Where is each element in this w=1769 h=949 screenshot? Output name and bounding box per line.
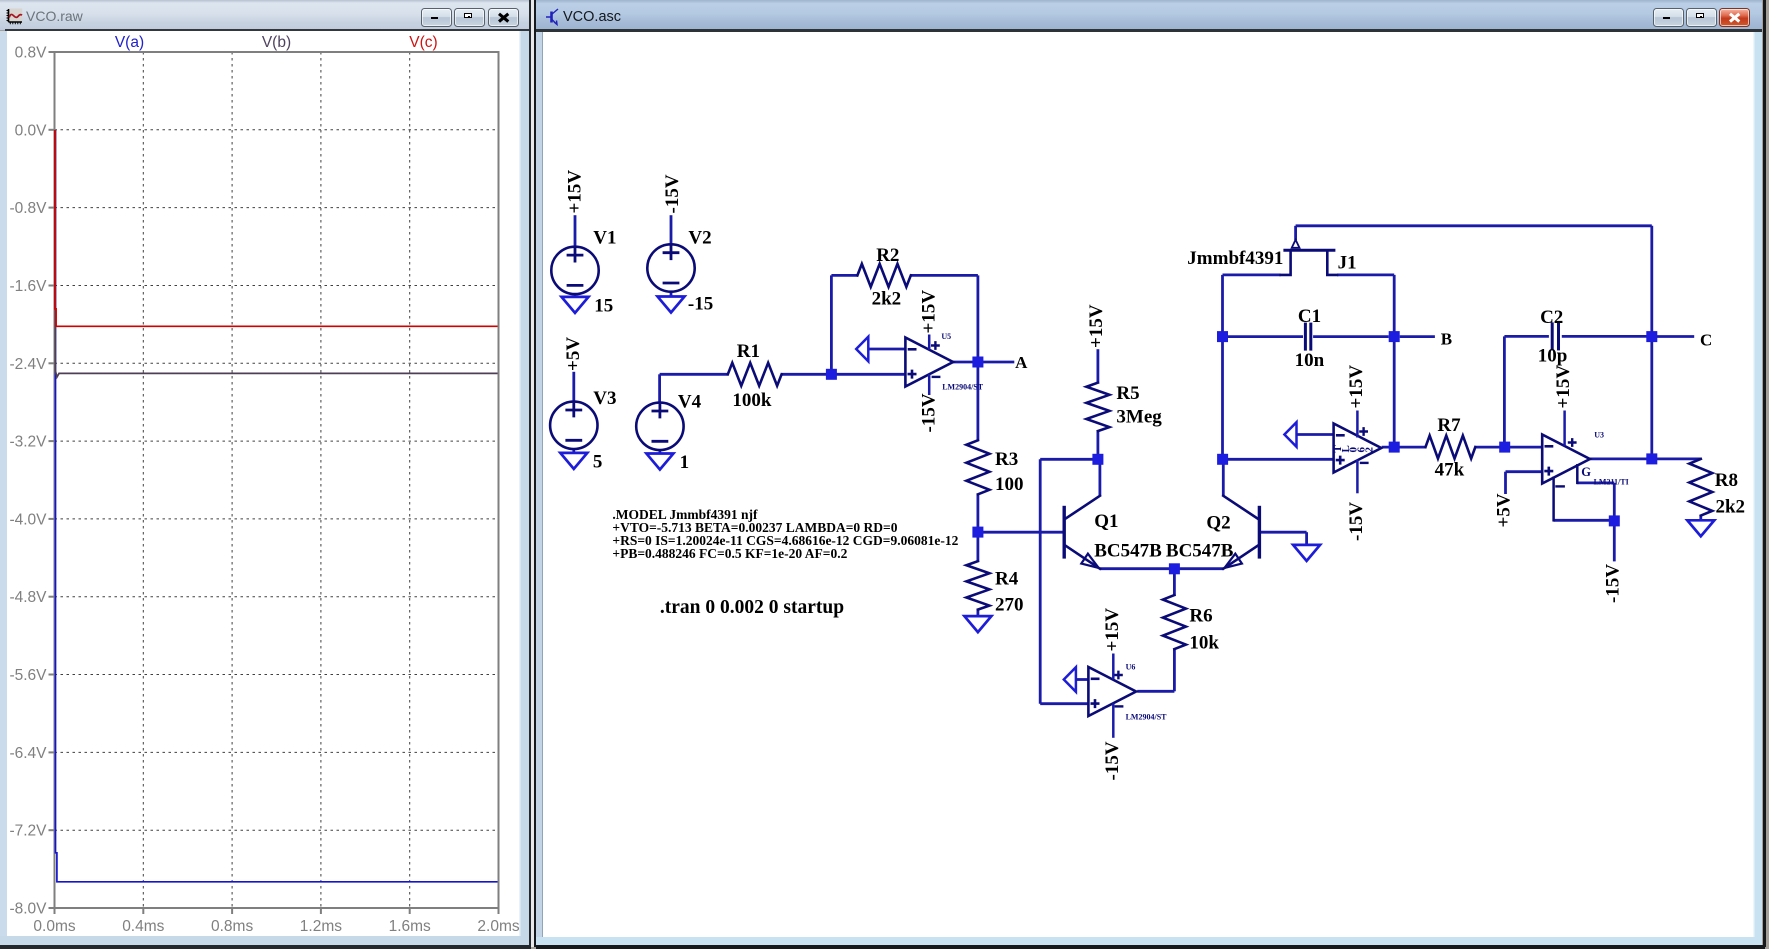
svg-text:10k: 10k (1189, 632, 1219, 653)
svg-text:2k2: 2k2 (871, 288, 901, 309)
svg-text:J1: J1 (1337, 252, 1356, 273)
svg-text:+15V: +15V (564, 169, 585, 213)
svg-text:V(c): V(c) (409, 34, 437, 51)
svg-text:V4: V4 (677, 391, 701, 412)
svg-text:1.6ms: 1.6ms (388, 918, 430, 935)
svg-text:0.4ms: 0.4ms (122, 918, 164, 935)
svg-text:+15V: +15V (1552, 364, 1573, 408)
svg-text:U3: U3 (1594, 430, 1604, 439)
svg-text:2k2: 2k2 (1715, 496, 1745, 517)
svg-text:BC547B: BC547B (1165, 540, 1233, 561)
svg-text:R6: R6 (1189, 605, 1212, 626)
svg-text:0.0ms: 0.0ms (33, 918, 75, 935)
svg-text:R4: R4 (995, 568, 1019, 589)
svg-text:15: 15 (594, 295, 613, 316)
svg-text:R5: R5 (1116, 383, 1139, 404)
svg-text:R3: R3 (995, 448, 1018, 469)
svg-text:R8: R8 (1714, 469, 1737, 490)
svg-text:47k: 47k (1434, 459, 1464, 480)
svg-text:-1.6V: -1.6V (9, 278, 47, 295)
svg-text:V3: V3 (593, 387, 616, 408)
svg-text:0.0V: 0.0V (14, 122, 47, 139)
svg-text:R1: R1 (736, 341, 759, 362)
svg-text:1.2ms: 1.2ms (299, 918, 341, 935)
svg-text:+15V: +15V (918, 289, 939, 333)
svg-text:Q1: Q1 (1094, 511, 1118, 532)
svg-text:2: 2 (1363, 446, 1375, 452)
svg-text:100: 100 (995, 473, 1024, 494)
svg-text:+PB=0.488246 FC=0.5 KF=1e-20 A: +PB=0.488246 FC=0.5 KF=1e-20 AF=0.2 (612, 546, 847, 561)
svg-text:-4.8V: -4.8V (9, 589, 47, 606)
svg-text:U6: U6 (1125, 662, 1135, 671)
svg-text:+15V: +15V (1101, 607, 1122, 651)
svg-text:C1: C1 (1297, 305, 1320, 326)
svg-text:LM2904/ST: LM2904/ST (942, 382, 984, 391)
svg-text:C: C (1700, 330, 1712, 349)
svg-text:A: A (1015, 352, 1028, 371)
svg-text:-7.2V: -7.2V (9, 823, 47, 840)
svg-text:5: 5 (592, 451, 602, 472)
svg-text:V(a): V(a) (114, 34, 143, 51)
svg-text:2.0ms: 2.0ms (477, 918, 519, 935)
svg-text:-3.2V: -3.2V (9, 434, 47, 451)
svg-text:Q2: Q2 (1206, 512, 1230, 533)
svg-text:100k: 100k (732, 390, 772, 411)
svg-text:-4.0V: -4.0V (9, 511, 47, 528)
svg-text:C2: C2 (1540, 306, 1563, 327)
svg-text:V1: V1 (593, 227, 616, 248)
svg-text:R7: R7 (1437, 414, 1461, 435)
svg-text:Jmmbf4391: Jmmbf4391 (1187, 247, 1283, 268)
svg-text:270: 270 (995, 594, 1024, 615)
svg-text:+5V: +5V (563, 336, 584, 370)
svg-text:V2: V2 (688, 227, 711, 248)
svg-text:R2: R2 (876, 245, 899, 266)
svg-text:10p: 10p (1537, 345, 1567, 366)
svg-text:-0.8V: -0.8V (9, 200, 47, 217)
svg-text:0.8ms: 0.8ms (210, 918, 252, 935)
svg-text:-6.4V: -6.4V (9, 745, 47, 762)
svg-text:3Meg: 3Meg (1116, 406, 1162, 427)
svg-text:-8.0V: -8.0V (9, 901, 47, 918)
svg-text:-15V: -15V (1101, 741, 1122, 780)
svg-text:1: 1 (679, 451, 689, 472)
svg-text:-15: -15 (687, 293, 712, 314)
svg-text:U5: U5 (941, 332, 951, 341)
svg-text:BC547B: BC547B (1094, 540, 1162, 561)
svg-text:-15V: -15V (1345, 501, 1366, 540)
svg-text:V(b): V(b) (261, 34, 290, 51)
svg-text:+15V: +15V (1345, 364, 1366, 408)
svg-text:-2.4V: -2.4V (9, 356, 47, 373)
svg-text:-15V: -15V (918, 393, 939, 432)
svg-text:+15V: +15V (1086, 304, 1107, 348)
svg-text:LM2904/ST: LM2904/ST (1125, 712, 1167, 721)
svg-text:.tran 0 0.002 0 startup: .tran 0 0.002 0 startup (659, 597, 843, 618)
svg-text:G: G (1581, 464, 1591, 478)
svg-text:10n: 10n (1294, 350, 1324, 371)
svg-text:-15V: -15V (1602, 563, 1623, 602)
svg-text:B: B (1440, 329, 1451, 348)
svg-text:0.8V: 0.8V (14, 45, 47, 62)
svg-text:+5V: +5V (1493, 493, 1514, 527)
svg-text:LM211/TI: LM211/TI (1593, 477, 1628, 486)
svg-text:-15V: -15V (661, 174, 682, 213)
svg-text:-5.6V: -5.6V (9, 667, 47, 684)
